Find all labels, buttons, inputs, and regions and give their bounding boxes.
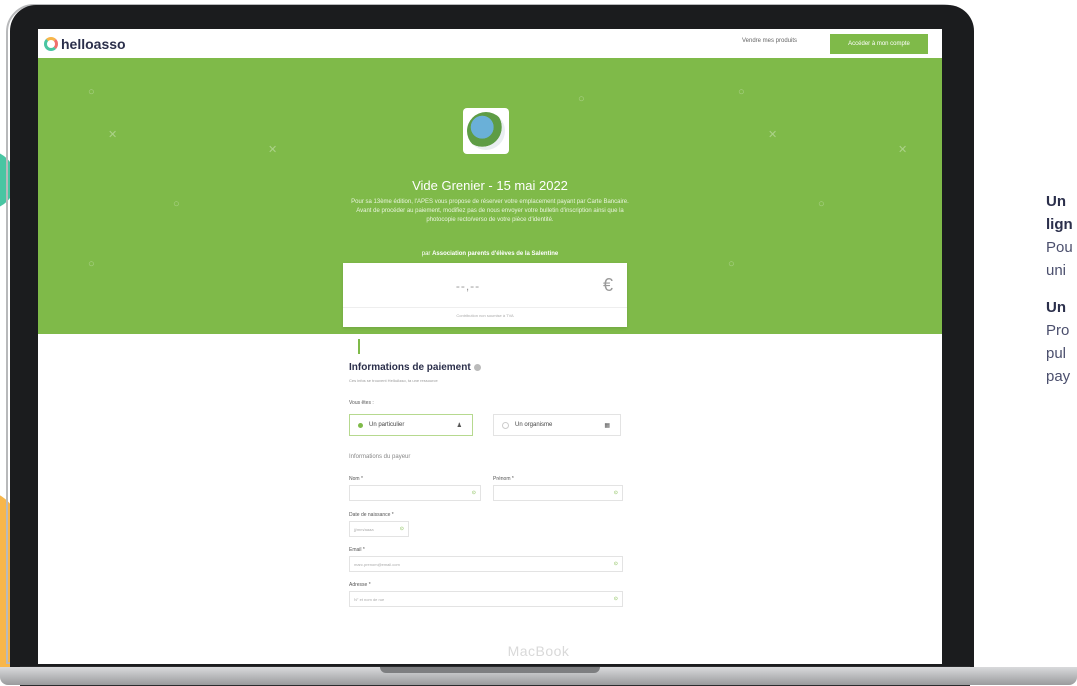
- address-placeholder: N° et nom de rue: [354, 596, 385, 602]
- amount-card[interactable]: --,-- € Contribution non soumise à TVA: [343, 263, 627, 327]
- decorative-cross-icon: ✕: [268, 144, 278, 156]
- option-organization-label: Un organisme: [515, 422, 553, 428]
- payer-section-title: Informations du payeur: [349, 454, 411, 460]
- last-name-label: Nom *: [349, 476, 363, 482]
- decorative-circle-icon: ○: [738, 86, 745, 98]
- payment-title-text: Informations de paiement: [349, 362, 471, 373]
- field-status-icon: ⊙: [613, 561, 618, 567]
- campaign-title: Vide Grenier - 15 mai 2022: [412, 178, 568, 193]
- info-icon[interactable]: [473, 363, 481, 371]
- radio-unselected-icon: [502, 421, 509, 429]
- email-label: Email *: [349, 547, 365, 553]
- birth-date-field[interactable]: jj/mm/aaaa ⊙: [349, 521, 409, 537]
- side-line: uni: [1046, 262, 1067, 279]
- building-icon: ▦: [604, 423, 610, 429]
- side-line: pay: [1046, 368, 1071, 385]
- option-organization[interactable]: Un organisme ▦: [493, 414, 621, 436]
- radio-selected-icon: [358, 422, 363, 428]
- birth-date-placeholder: jj/mm/aaaa: [354, 526, 374, 532]
- organizer-line: par Association parents d'élèves de la S…: [38, 251, 942, 257]
- option-individual-label: Un particulier: [369, 422, 405, 428]
- birth-date-label: Date de naissance *: [349, 512, 394, 518]
- laptop-brand-label: MacBook: [507, 643, 570, 659]
- divider: [343, 307, 627, 308]
- amount-input[interactable]: --,--: [343, 279, 593, 293]
- laptop-notch: [380, 667, 600, 673]
- decorative-circle-icon: ○: [88, 86, 95, 98]
- field-status-icon: ⊙: [471, 490, 476, 496]
- top-navigation-bar: helloasso Vendre mes produits Accéder à …: [38, 29, 942, 58]
- decorative-cross-icon: ✕: [768, 129, 778, 141]
- side-copy: Un lign Pou uni Un Pro pul pay: [1046, 190, 1073, 388]
- organizer-prefix: par: [421, 251, 431, 257]
- side-line: lign: [1046, 216, 1073, 233]
- logo-text: helloasso: [61, 36, 126, 52]
- side-line: Un: [1046, 299, 1066, 316]
- account-button[interactable]: Accéder à mon compte: [830, 34, 928, 54]
- side-line: Pro: [1046, 322, 1070, 339]
- globe-icon: [467, 112, 505, 150]
- decorative-cross-icon: ✕: [108, 129, 118, 141]
- field-status-icon: ⊙: [399, 526, 404, 532]
- side-line: Un: [1046, 193, 1066, 210]
- side-line: Pou: [1046, 239, 1073, 256]
- you-are-label: Vous êtes :: [349, 400, 374, 406]
- decorative-circle-icon: ○: [578, 93, 585, 105]
- payment-title: Informations de paiement: [349, 362, 481, 373]
- payment-info-panel: Informations de paiement Ces infos se tr…: [343, 354, 627, 664]
- decorative-circle-icon: ○: [88, 258, 95, 270]
- payment-subtitle: Ces infos se trouvent HelloAsso, ta une …: [349, 378, 438, 383]
- email-field[interactable]: marc.prenom@email.com ⊙: [349, 556, 623, 572]
- decorative-circle-icon: ○: [728, 258, 735, 270]
- person-icon: ♟: [456, 423, 462, 429]
- address-field[interactable]: N° et nom de rue ⊙: [349, 591, 623, 607]
- progress-indicator: [358, 339, 360, 355]
- vat-note: Contribution non soumise à TVA: [456, 313, 514, 318]
- decorative-circle-icon: ○: [818, 198, 825, 210]
- field-status-icon: ⊙: [613, 596, 618, 602]
- option-individual[interactable]: Un particulier ♟: [349, 414, 473, 436]
- organizer-link[interactable]: Association parents d'élèves de la Salen…: [432, 251, 558, 257]
- campaign-description: Pour sa 13ème édition, l'APES vous propo…: [351, 199, 629, 223]
- laptop-screen: helloasso Vendre mes produits Accéder à …: [38, 29, 942, 664]
- association-logo: [463, 108, 509, 154]
- decorative-circle-icon: ○: [173, 198, 180, 210]
- first-name-field[interactable]: ⊙: [493, 485, 623, 501]
- helloasso-ring-icon: [44, 37, 58, 51]
- last-name-field[interactable]: ⊙: [349, 485, 481, 501]
- address-label: Adresse *: [349, 582, 371, 588]
- field-status-icon: ⊙: [613, 490, 618, 496]
- helloasso-logo[interactable]: helloasso: [44, 36, 126, 52]
- first-name-label: Prénom *: [493, 476, 514, 482]
- side-line: pul: [1046, 345, 1067, 362]
- decorative-cross-icon: ✕: [898, 144, 908, 156]
- euro-icon: €: [602, 275, 613, 295]
- sell-products-link[interactable]: Vendre mes produits: [742, 38, 797, 44]
- email-placeholder: marc.prenom@email.com: [354, 561, 400, 567]
